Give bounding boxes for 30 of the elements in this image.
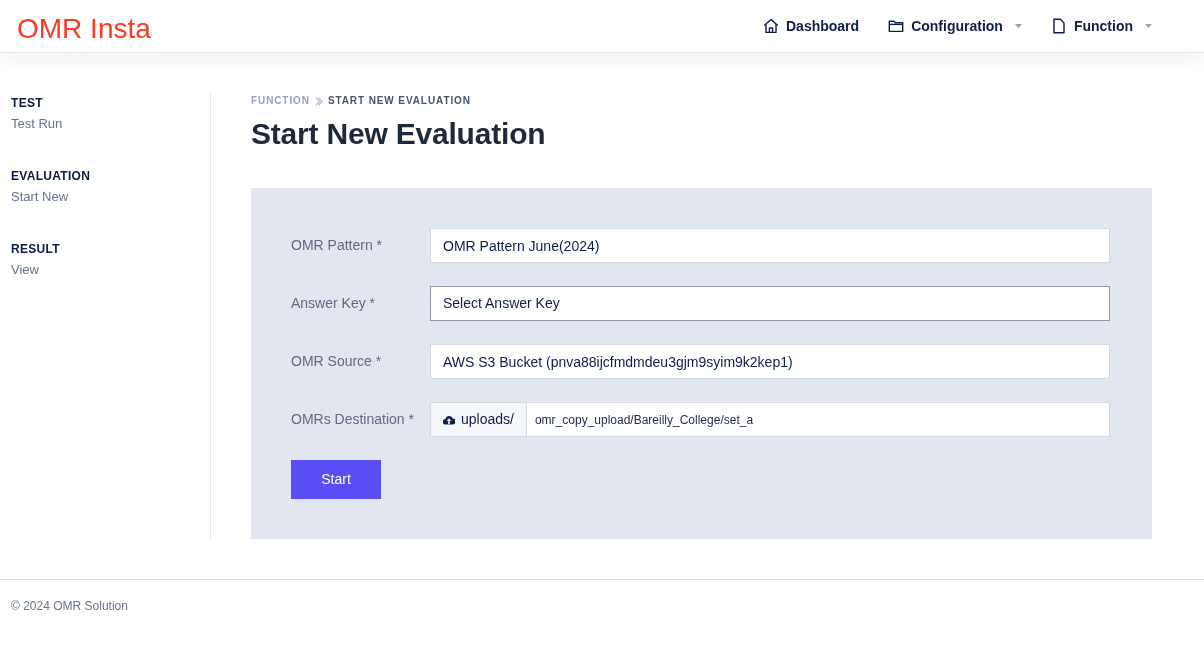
- text-field[interactable]: omr_copy_upload/Bareilly_College/set_a: [525, 402, 1110, 437]
- document-icon: [1050, 18, 1067, 34]
- footer-text: © 2024 OMR Solution: [11, 599, 128, 613]
- sidebar-heading: EVALUATION: [11, 168, 92, 184]
- start-button[interactable]: Start: [291, 460, 381, 499]
- prefix-text: uploads/: [461, 410, 514, 429]
- field-label: Answer Key *: [291, 294, 377, 313]
- sidebar-heading: TEST: [11, 95, 44, 111]
- breadcrumb-current: START NEW EVALUATION: [327, 94, 471, 108]
- home-icon: [763, 18, 779, 34]
- field-label: OMR Source *: [291, 352, 383, 371]
- sidebar-link[interactable]: Start New: [11, 188, 69, 206]
- cloud-upload-icon: [443, 414, 455, 425]
- page-title: Start New Evaluation: [251, 116, 547, 152]
- caret-icon: [1145, 24, 1152, 28]
- sidebar-link[interactable]: View: [11, 261, 39, 279]
- chevron-icon: [314, 96, 323, 106]
- logo-text[interactable]: OMR Insta: [17, 15, 151, 43]
- text-field[interactable]: OMR Pattern June(2024): [430, 228, 1110, 263]
- field-label: OMRs Destination *: [291, 410, 415, 429]
- nav-dropdown[interactable]: Function: [1050, 15, 1152, 37]
- nav-link[interactable]: Dashboard: [763, 15, 860, 37]
- nav-dropdown[interactable]: Configuration: [888, 15, 1022, 37]
- sidebar-heading: RESULT: [11, 241, 61, 257]
- caret-icon: [1014, 24, 1022, 28]
- sidebar-link[interactable]: Test Run: [11, 115, 63, 133]
- folder-icon: [888, 18, 905, 34]
- field-label: OMR Pattern *: [291, 236, 384, 255]
- select-field[interactable]: Select Answer Key: [430, 286, 1110, 321]
- text-field[interactable]: AWS S3 Bucket (pnva88ijcfmdmdeu3gjm9syim9k2kep1): [430, 344, 1110, 379]
